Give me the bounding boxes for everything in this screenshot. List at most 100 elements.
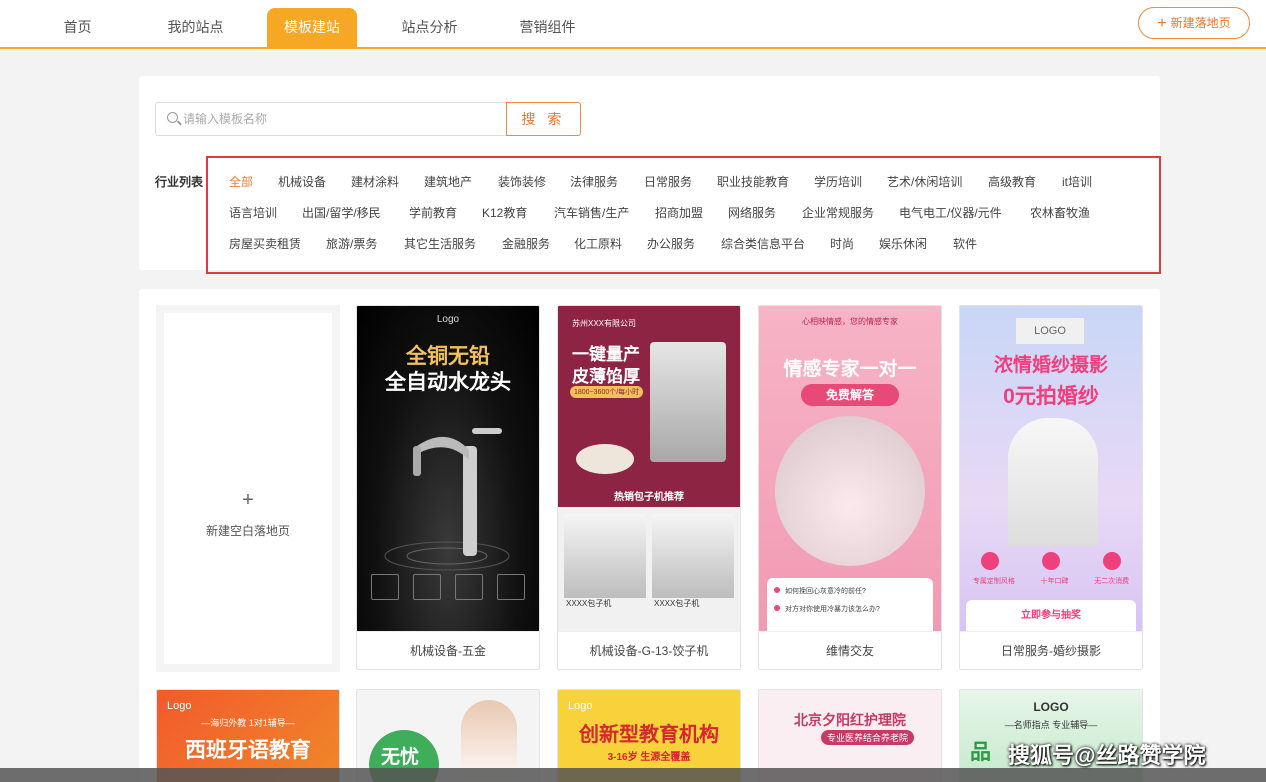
template-card[interactable]: Logo 全铜无铅 全自动水龙头 机械设备-五金 <box>356 305 540 670</box>
poster-logo: Logo <box>436 314 460 325</box>
heart-icon <box>774 605 780 611</box>
category-item[interactable]: 装饰装修 <box>498 173 546 190</box>
template-grid: + 新建空白落地页 Logo 全铜无铅 全自动水龙头 机械设备-五金 苏州XXX… <box>139 289 1160 782</box>
category-item[interactable]: K12教育 <box>482 204 527 221</box>
poster-title: 品 <box>970 741 991 764</box>
category-item[interactable]: it培训 <box>1062 173 1092 190</box>
feature-icon <box>455 574 483 600</box>
tab-site-analytics[interactable]: 站点分析 <box>382 8 477 47</box>
question-item: 对方对你使用冷暴力该怎么办? <box>785 606 880 613</box>
feature-icon <box>413 574 441 600</box>
product-name: XXXX包子机 <box>654 599 700 608</box>
poster-title: 北京夕阳红护理院 <box>794 712 906 728</box>
poster-banner: 热销包子机推荐 <box>558 489 740 507</box>
category-item[interactable]: 其它生活服务 <box>404 235 476 252</box>
template-thumbnail: 苏州XXX有限公司 一键量产 皮薄馅厚 1800~3600个/每小时 热销包子机… <box>558 306 740 631</box>
category-item[interactable]: 艺术/休闲培训 <box>887 173 962 190</box>
product-image <box>652 514 734 598</box>
category-item[interactable]: 语言培训 <box>229 204 277 221</box>
new-landing-page-label: 新建落地页 <box>1170 16 1231 30</box>
poster-capacity: 1800~3600个/每小时 <box>570 386 644 398</box>
category-item[interactable]: 化工原料 <box>574 235 622 252</box>
template-caption: 机械设备-G-13-饺子机 <box>558 631 740 669</box>
feature-icon <box>371 574 399 600</box>
template-thumbnail: 心相映情感，您的情感专家 情感专家一对一 免费解答 如何挽回心灰意冷的前任? 对… <box>759 306 941 631</box>
tab-marketing-components[interactable]: 营销组件 <box>500 8 595 47</box>
tab-my-sites[interactable]: 我的站点 <box>148 8 243 47</box>
category-item[interactable]: 娱乐休闲 <box>879 235 927 252</box>
poster-tagline: —海归外教 1对1辅导— <box>201 718 295 728</box>
poster-cta: 立即参与抽奖 <box>966 600 1136 631</box>
category-item[interactable]: 高级教育 <box>988 173 1036 190</box>
poster-logo: LOGO <box>1016 318 1084 344</box>
poster-logo: Logo <box>568 700 593 712</box>
category-item[interactable]: 出国/留学/移民 <box>302 204 381 221</box>
category-item[interactable]: 电气电工/仪器/元件 <box>899 204 1002 221</box>
category-all[interactable]: 全部 <box>229 173 253 190</box>
search-input[interactable] <box>183 103 503 135</box>
category-item[interactable]: 职业技能教育 <box>717 173 789 190</box>
category-item[interactable]: 金融服务 <box>502 235 550 252</box>
poster-subtitle: 3-16岁 生源全覆盖 <box>607 752 691 763</box>
category-item[interactable]: 建材涂料 <box>351 173 399 190</box>
product-name: XXXX包子机 <box>566 599 612 608</box>
features-labels: 专属定制风格 十年口碑 无二次消费 <box>960 576 1142 586</box>
search-field[interactable] <box>155 102 507 136</box>
poster-cta: 免费解答 <box>801 384 899 406</box>
category-item[interactable]: 建筑地产 <box>424 173 472 190</box>
template-card[interactable]: LOGO 浓情婚纱摄影 0元拍婚纱 专属定制风格 十年口碑 无二次消费 立即参与… <box>959 305 1143 670</box>
category-item[interactable]: 农林畜牧渔 <box>1030 204 1090 221</box>
top-nav: 首页 我的站点 模板建站 站点分析 营销组件 + 新建落地页 <box>0 0 1266 49</box>
new-blank-page-card[interactable]: + 新建空白落地页 <box>156 305 340 672</box>
category-item[interactable]: 房屋买卖租赁 <box>229 235 301 252</box>
new-blank-page-label: 新建空白落地页 <box>205 524 290 538</box>
poster-tagline: 心相映情感，您的情感专家 <box>802 317 898 326</box>
category-item[interactable]: 汽车销售/生产 <box>554 204 629 221</box>
category-item[interactable]: 软件 <box>953 235 977 252</box>
machine-image <box>650 342 726 462</box>
category-item[interactable]: 企业常规服务 <box>802 204 874 221</box>
plus-icon: + <box>242 489 254 511</box>
watermark: 搜狐号@丝路赞学院 <box>1008 743 1206 768</box>
question-item: 如何挽回心灰意冷的前任? <box>785 588 866 595</box>
category-item[interactable]: 时尚 <box>830 235 854 252</box>
poster-company: 苏州XXX有限公司 <box>572 319 637 328</box>
industry-category-box: 全部 机械设备 建材涂料 建筑地产 装饰装修 法律服务 日常服务 职业技能教育 … <box>206 156 1161 274</box>
category-item[interactable]: 日常服务 <box>644 173 692 190</box>
industry-list-label: 行业列表 <box>155 175 204 189</box>
category-item[interactable]: 法律服务 <box>570 173 618 190</box>
category-item[interactable]: 学历培训 <box>814 173 862 190</box>
feature-icon <box>1041 552 1060 570</box>
bottom-toolbar <box>0 768 1266 782</box>
couple-photo <box>1008 418 1098 546</box>
couple-image <box>775 416 925 566</box>
category-item[interactable]: 旅游/票务 <box>326 235 377 252</box>
tab-template-build[interactable]: 模板建站 <box>267 8 357 47</box>
poster-subtitle: 专业医养结合养老院 <box>821 730 915 745</box>
feature-icon <box>1102 552 1121 570</box>
tab-home[interactable]: 首页 <box>30 8 125 47</box>
search-button[interactable]: 搜 索 <box>506 102 581 136</box>
category-item[interactable]: 学前教育 <box>409 204 457 221</box>
poster-title: 创新型教育机构 <box>579 724 719 746</box>
category-item[interactable]: 招商加盟 <box>655 204 703 221</box>
new-landing-page-button[interactable]: + 新建落地页 <box>1138 7 1250 39</box>
poster-subtitle: 全自动水龙头 <box>385 371 511 394</box>
poster-subtitle: 皮薄馅厚 <box>572 367 640 386</box>
template-caption: 日常服务-婚纱摄影 <box>960 631 1142 669</box>
category-item[interactable]: 机械设备 <box>278 173 326 190</box>
category-item[interactable]: 综合类信息平台 <box>721 235 805 252</box>
search-icon <box>167 112 178 123</box>
category-item[interactable]: 网络服务 <box>728 204 776 221</box>
heart-icon <box>774 587 780 593</box>
template-thumbnail: Logo 全铜无铅 全自动水龙头 <box>357 306 539 631</box>
category-item[interactable]: 办公服务 <box>647 235 695 252</box>
poster-logo: LOGO <box>1033 700 1069 714</box>
template-card[interactable]: 心相映情感，您的情感专家 情感专家一对一 免费解答 如何挽回心灰意冷的前任? 对… <box>758 305 942 670</box>
feature-label: 专属定制风格 <box>972 578 1015 585</box>
poster-title: 情感专家一对一 <box>783 359 917 380</box>
poster-subtitle: 0元拍婚纱 <box>1003 385 1099 408</box>
poster-title: 无忧 <box>381 747 420 768</box>
template-card[interactable]: 苏州XXX有限公司 一键量产 皮薄馅厚 1800~3600个/每小时 热销包子机… <box>557 305 741 670</box>
template-caption: 机械设备-五金 <box>357 631 539 669</box>
